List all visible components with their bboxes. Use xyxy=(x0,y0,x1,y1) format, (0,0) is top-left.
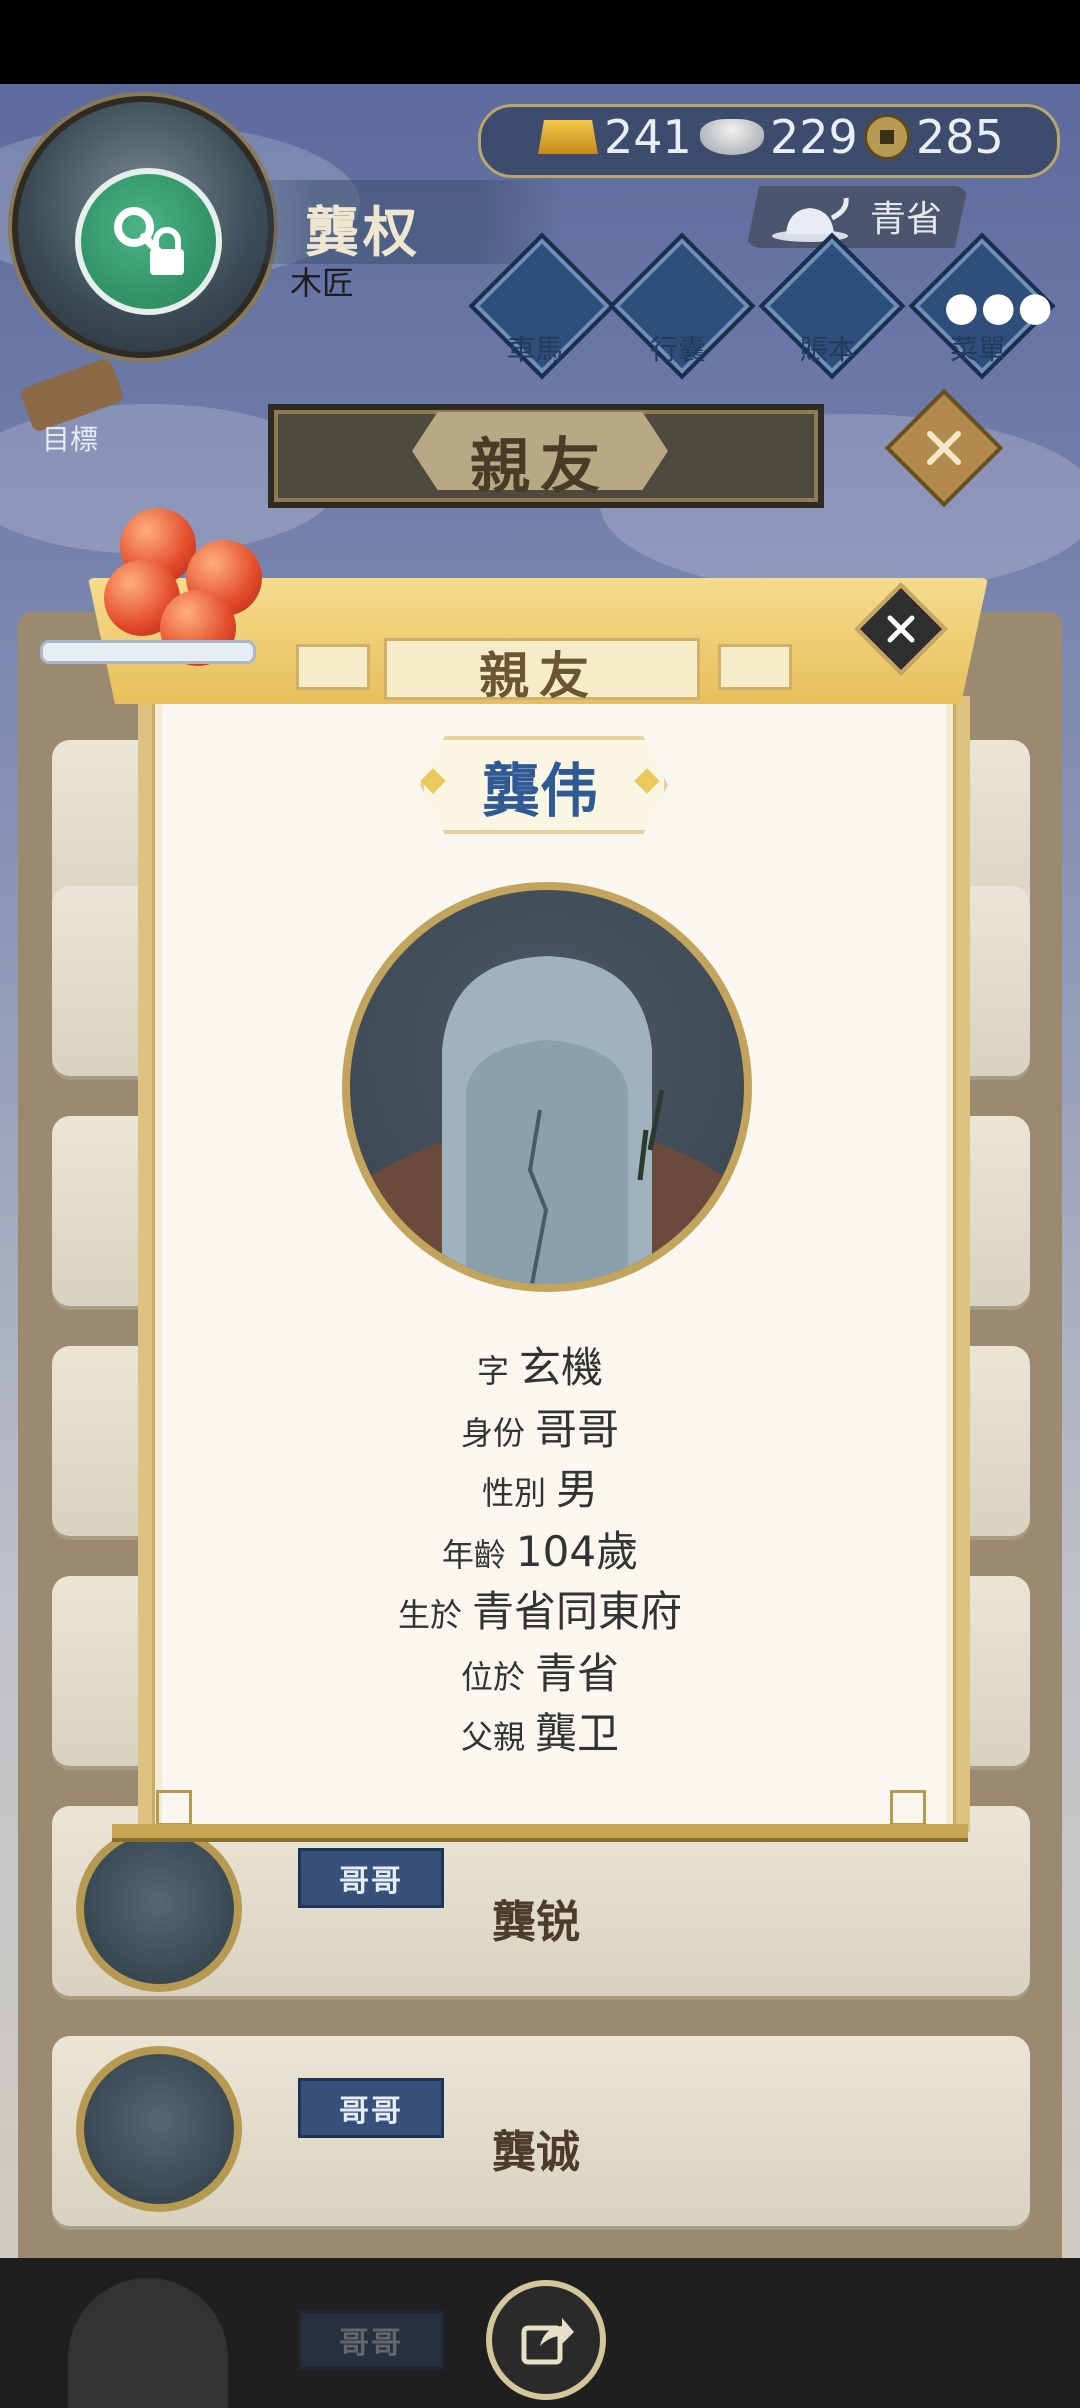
copper-coin-icon xyxy=(864,114,910,160)
share-icon xyxy=(521,2318,574,2365)
info-value: 青省 xyxy=(535,1649,620,1698)
info-label: 字 xyxy=(476,1352,509,1390)
region-label: 青省 xyxy=(870,199,943,240)
info-row: 年齡 104歲 xyxy=(140,1518,940,1579)
person-name: 龔伟 xyxy=(481,757,598,825)
header-ornament xyxy=(296,644,370,690)
menu-label: 賬本 xyxy=(799,333,856,366)
player-name: 龔权 xyxy=(305,201,421,264)
corner-ornament xyxy=(890,1790,926,1826)
info-value: 青省同東府 xyxy=(472,1587,683,1636)
tombstone-portrait xyxy=(342,882,752,1292)
page-title: 親友 xyxy=(470,432,610,502)
list-item[interactable]: 哥哥 龔诚 xyxy=(52,2036,1030,2226)
tombstone-avatar xyxy=(68,2278,228,2408)
dialog-title: 親友 xyxy=(479,647,599,705)
relative-name: 龔诚 xyxy=(492,2127,580,2178)
status-bar xyxy=(0,0,1080,84)
info-row: 位於 青省 xyxy=(140,1640,940,1701)
silver-ingot-icon xyxy=(700,119,764,155)
coin-value: 285 xyxy=(916,110,1004,164)
info-value: 104歲 xyxy=(515,1527,639,1576)
rank-tag: 哥哥 xyxy=(298,2078,444,2138)
more-icon: ●●● xyxy=(944,284,1055,330)
relative-name: 龔锐 xyxy=(492,1897,580,1948)
info-value: 龔卫 xyxy=(535,1709,620,1758)
info-label: 生於 xyxy=(397,1596,462,1634)
silver-counter: 229 xyxy=(700,110,858,164)
player-title: 木匠 xyxy=(290,264,355,302)
menu-label: 車馬 xyxy=(506,333,563,366)
info-label: 位於 xyxy=(460,1658,525,1696)
gold-ingot-icon xyxy=(538,120,598,154)
info-label: 身份 xyxy=(460,1414,525,1452)
cloud-ribbon xyxy=(40,640,256,664)
corner-ornament xyxy=(156,1790,192,1826)
gold-value: 241 xyxy=(604,110,692,164)
target-label: 目標 xyxy=(42,423,99,456)
share-button[interactable] xyxy=(486,2280,606,2400)
info-label: 父親 xyxy=(460,1718,525,1756)
dialog-bottom-rod xyxy=(112,1824,968,1842)
info-row: 生於 青省同東府 xyxy=(140,1578,940,1639)
coin-counter: 285 xyxy=(864,110,1004,164)
info-row: 身份 哥哥 xyxy=(140,1396,940,1457)
info-row: 性別男 xyxy=(140,1456,940,1517)
rank-tag: 哥哥 xyxy=(298,1848,444,1908)
teapot-icon xyxy=(768,190,852,244)
header-ornament xyxy=(718,644,792,690)
info-value: 男 xyxy=(556,1465,599,1514)
info-value: 哥哥 xyxy=(535,1405,620,1454)
gold-counter: 241 xyxy=(538,110,692,164)
info-label: 性別 xyxy=(481,1474,546,1512)
lock-icon xyxy=(75,168,222,315)
menu-label: 菜單 xyxy=(949,333,1006,366)
tombstone-avatar xyxy=(76,1826,242,1992)
rank-tag: 哥哥 xyxy=(298,2310,444,2370)
silver-value: 229 xyxy=(770,110,858,164)
info-value: 玄機 xyxy=(519,1343,604,1392)
info-row: 字玄機 xyxy=(140,1334,940,1395)
tombstone-avatar xyxy=(76,2046,242,2212)
info-label: 年齡 xyxy=(441,1536,506,1574)
menu-label: 行囊 xyxy=(649,333,706,366)
info-row: 父親 龔卫 xyxy=(140,1700,940,1761)
